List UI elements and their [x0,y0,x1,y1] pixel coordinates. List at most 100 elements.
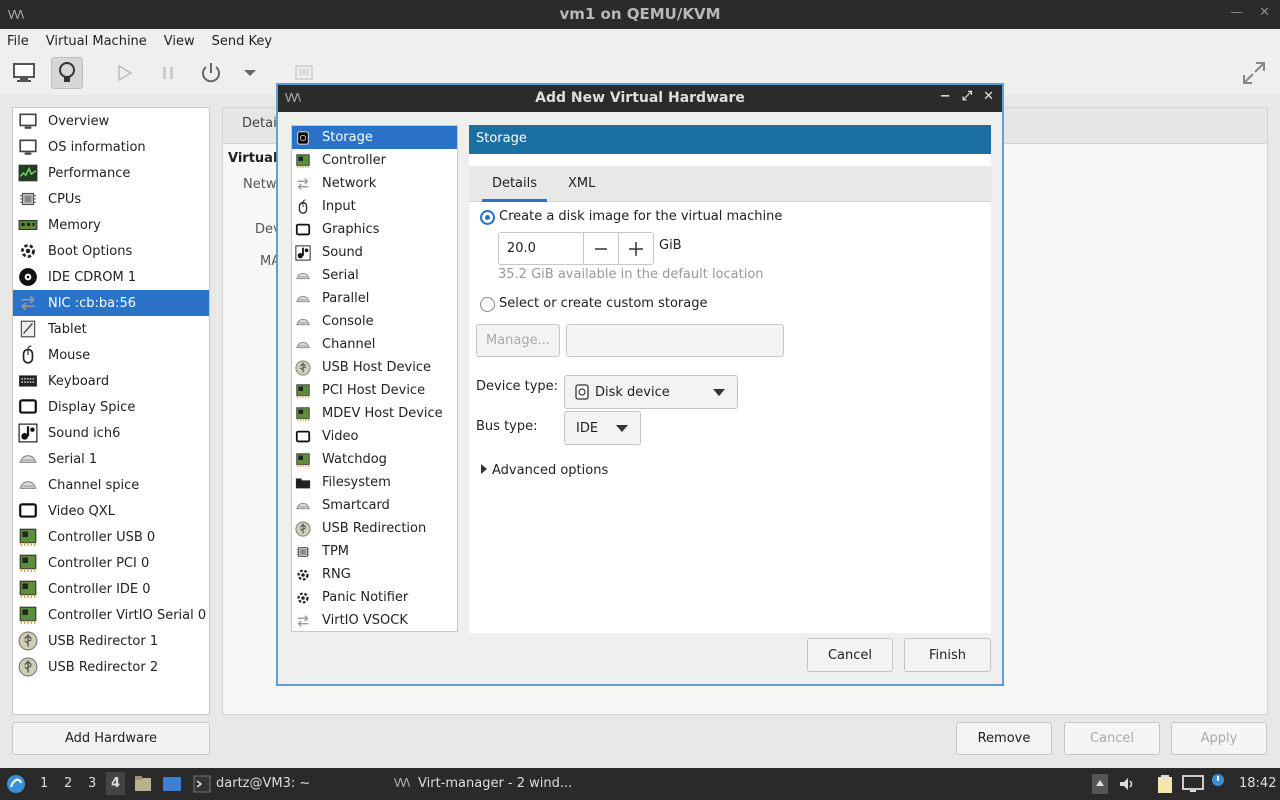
menu-send-key[interactable]: Send Key [212,34,280,49]
hardware-item[interactable]: Display Spice [13,394,209,420]
menu-file[interactable]: File [7,34,37,49]
dialog-minimize-button[interactable]: − [940,89,951,104]
volume-icon[interactable] [1118,775,1136,793]
power-button[interactable] [195,57,227,89]
task-terminal[interactable]: dartz@VM3: ~ [216,776,310,791]
apply-button[interactable]: Apply [1171,722,1267,755]
tab-details[interactable]: Detai [242,116,277,131]
hardware-type-item[interactable]: Video [292,425,457,448]
hardware-item[interactable]: Video QXL [13,498,209,524]
hardware-item[interactable]: Performance [13,160,209,186]
hardware-item[interactable]: USB Redirector 1 [13,628,209,654]
hardware-item[interactable]: Sound ich6 [13,420,209,446]
hardware-type-item[interactable]: Filesystem [292,471,457,494]
workspace-2[interactable]: 2 [64,776,72,791]
menu-virtual-machine[interactable]: Virtual Machine [46,34,155,49]
details-view-button[interactable] [51,57,83,89]
hardware-item[interactable]: NIC :cb:ba:56 [13,290,209,316]
hardware-item[interactable]: IDE CDROM 1 [13,264,209,290]
pause-button[interactable] [152,57,184,89]
bus-type-select[interactable]: IDE [564,411,641,445]
start-menu-icon[interactable] [6,774,26,794]
scroll-up-icon[interactable] [1092,774,1108,794]
run-button[interactable] [108,57,140,89]
files-icon[interactable] [134,775,152,793]
close-button[interactable]: ✕ [1259,5,1270,20]
update-notifier-icon[interactable] [1210,772,1226,792]
hardware-type-item[interactable]: Serial [292,264,457,287]
hardware-type-item[interactable]: Smartcard [292,494,457,517]
power-menu-button[interactable] [234,57,266,89]
hardware-item-label: Overview [48,113,110,129]
disk-size-value[interactable]: 20.0 [507,241,536,256]
manage-button[interactable]: Manage... [476,324,560,357]
tab-xml[interactable]: XML [568,166,595,202]
add-hardware-button[interactable]: Add Hardware [12,722,210,755]
finish-button[interactable]: Finish [904,638,991,672]
menubar: File Virtual Machine View Send Key [0,29,1280,53]
hardware-item[interactable]: Keyboard [13,368,209,394]
create-disk-radio[interactable] [480,210,495,225]
hardware-item[interactable]: Mouse [13,342,209,368]
cancel-button[interactable]: Cancel [1064,722,1160,755]
hardware-type-item[interactable]: PCI Host Device [292,379,457,402]
hardware-item[interactable]: OS information [13,134,209,160]
remove-button[interactable]: Remove [956,722,1052,755]
bus-type-label: Bus type: [476,419,538,434]
hardware-type-item[interactable]: Parallel [292,287,457,310]
hardware-item[interactable]: USB Redirector 2 [13,654,209,680]
dialog-cancel-button[interactable]: Cancel [807,638,893,672]
console-view-button[interactable] [8,57,40,89]
hardware-type-item[interactable]: Input [292,195,457,218]
hardware-type-item[interactable]: TPM [292,540,457,563]
hardware-item[interactable]: Channel spice [13,472,209,498]
hardware-item[interactable]: Controller USB 0 [13,524,209,550]
decrement-button[interactable] [583,233,618,264]
hardware-item[interactable]: Boot Options [13,238,209,264]
task-virt-manager[interactable]: Virt-manager - 2 wind... [418,776,572,791]
hardware-type-item[interactable]: MDEV Host Device [292,402,457,425]
disk-size-stepper[interactable]: 20.0 [498,232,654,265]
clipboard-icon[interactable] [1156,774,1174,794]
hardware-type-item[interactable]: Graphics [292,218,457,241]
hardware-item[interactable]: Serial 1 [13,446,209,472]
fullscreen-button[interactable] [1238,57,1270,89]
menu-view[interactable]: View [164,34,203,49]
minimize-button[interactable]: — [1230,5,1243,20]
hardware-type-item[interactable]: Network [292,172,457,195]
hardware-item[interactable]: Controller PCI 0 [13,550,209,576]
hardware-type-item[interactable]: Controller [292,149,457,172]
dialog-close-button[interactable]: ✕ [983,89,994,104]
custom-storage-radio[interactable] [480,297,495,312]
hardware-item[interactable]: Tablet [13,316,209,342]
hardware-type-item[interactable]: Console [292,310,457,333]
tab-details[interactable]: Details [482,166,547,202]
hardware-type-item[interactable]: Panic Notifier [292,586,457,609]
workspace-3[interactable]: 3 [88,776,96,791]
hardware-type-item[interactable]: Storage [292,126,457,149]
hardware-item[interactable]: CPUs [13,186,209,212]
hardware-type-item[interactable]: Sound [292,241,457,264]
hardware-type-item[interactable]: RNG [292,563,457,586]
display-icon[interactable] [1182,775,1204,793]
desktop-icon[interactable] [162,775,182,793]
disc-icon [19,268,37,286]
dialog-maximize-button[interactable]: ⤢ [962,89,972,104]
workspace-4[interactable]: 4 [106,772,126,795]
hardware-item[interactable]: Overview [13,108,209,134]
increment-button[interactable] [618,233,653,264]
hardware-type-item[interactable]: Channel [292,333,457,356]
folder-icon [295,478,311,488]
hardware-item[interactable]: Controller VirtIO Serial 0 [13,602,209,628]
workspace-1[interactable]: 1 [40,776,48,791]
hardware-type-item[interactable]: USB Redirection [292,517,457,540]
device-type-select[interactable]: Disk device [564,375,738,409]
storage-path-input[interactable] [566,324,784,357]
hardware-item[interactable]: Controller IDE 0 [13,576,209,602]
hardware-type-item[interactable]: VirtIO VSOCK [292,609,457,632]
window-title: vm1 on QEMU/KVM [559,5,721,23]
hardware-item[interactable]: Memory [13,212,209,238]
advanced-expander[interactable]: Advanced options [480,463,608,478]
hardware-type-item[interactable]: Watchdog [292,448,457,471]
hardware-type-item[interactable]: USB Host Device [292,356,457,379]
